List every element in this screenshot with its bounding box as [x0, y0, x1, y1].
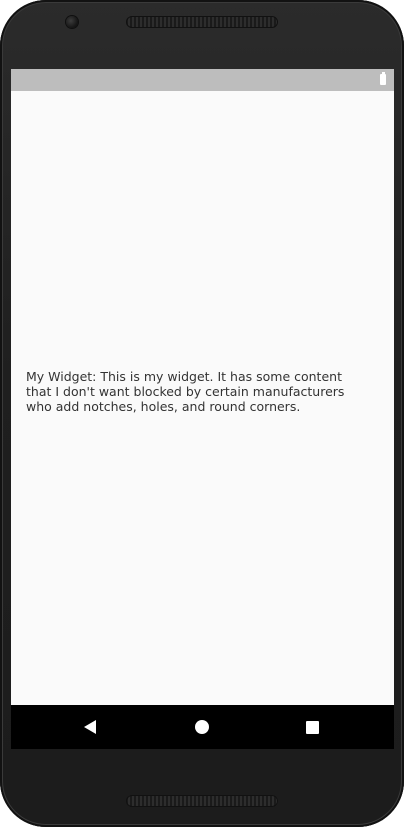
- front-camera: [66, 16, 78, 28]
- back-button[interactable]: [68, 705, 112, 749]
- recents-icon: [305, 720, 319, 734]
- status-bar: [11, 69, 394, 91]
- widget-text: My Widget: This is my widget. It has som…: [26, 369, 345, 414]
- app-content: My Widget: This is my widget. It has som…: [11, 91, 394, 705]
- recents-button[interactable]: [290, 705, 334, 749]
- device-screen: My Widget: This is my widget. It has som…: [11, 69, 394, 749]
- battery-icon: [380, 72, 386, 85]
- earpiece-speaker: [126, 16, 278, 28]
- bottom-speaker: [126, 795, 278, 807]
- home-icon: [195, 720, 209, 734]
- navigation-bar: [11, 705, 394, 749]
- home-button[interactable]: [180, 705, 224, 749]
- phone-frame: My Widget: This is my widget. It has som…: [0, 0, 404, 827]
- back-icon: [84, 720, 96, 734]
